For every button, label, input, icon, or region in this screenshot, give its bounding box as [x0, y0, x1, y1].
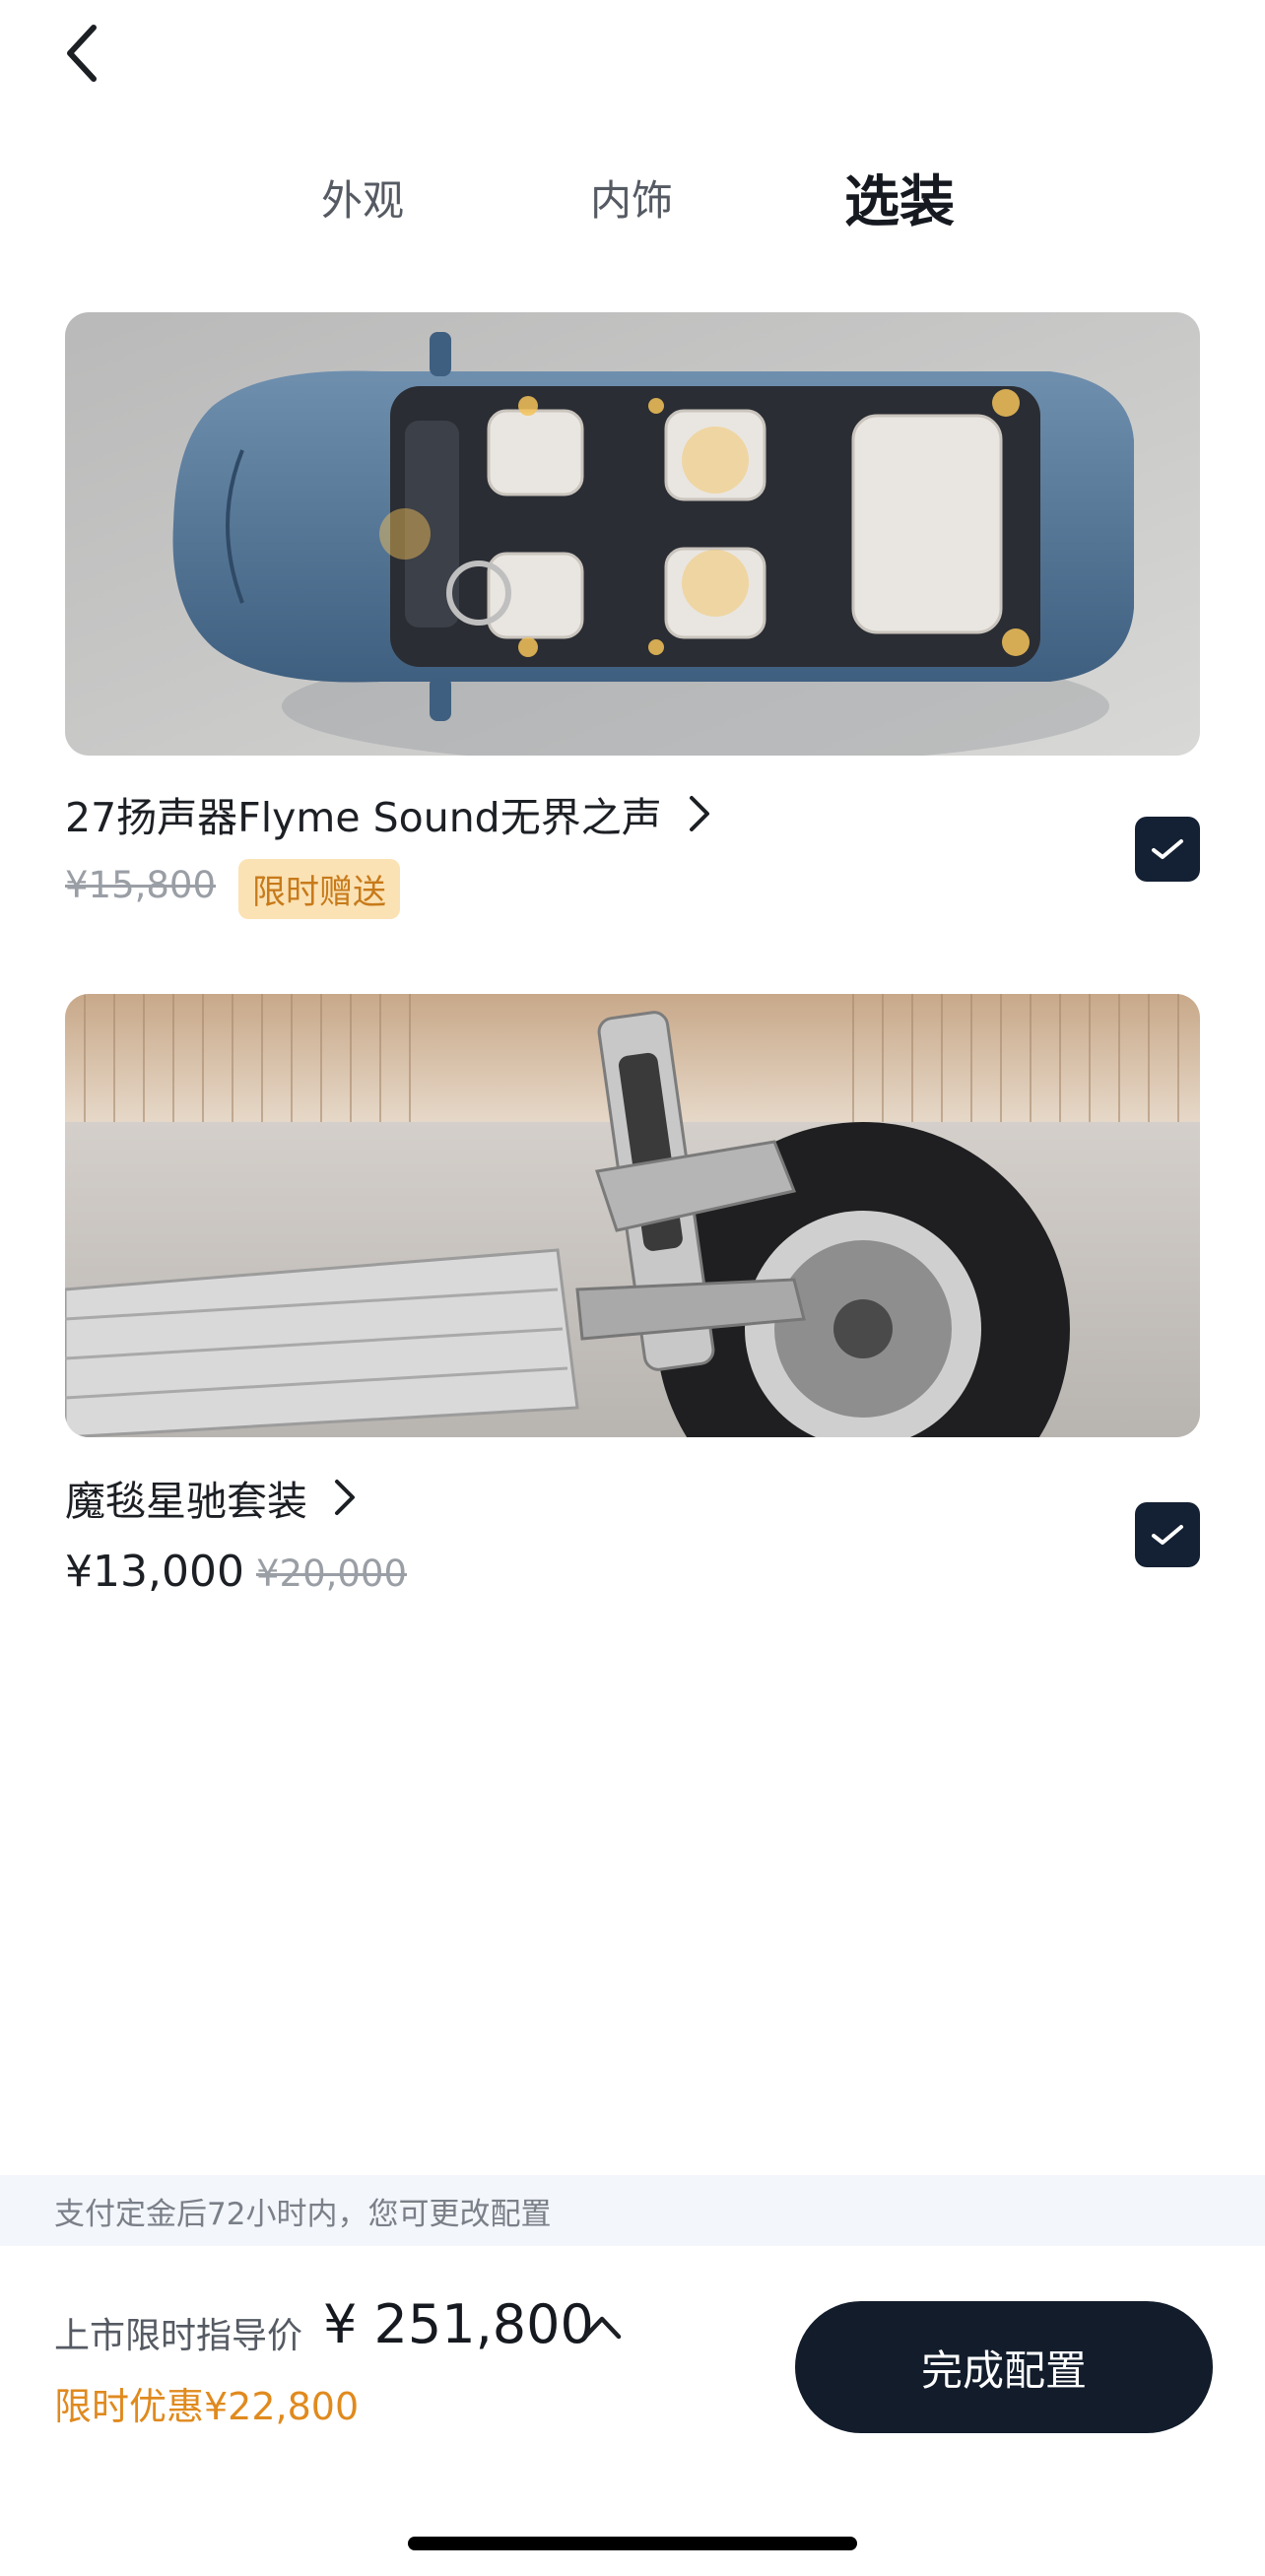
discount-text: 限时优惠¥22,800	[54, 2385, 360, 2428]
speaker-option-checkbox[interactable]	[1135, 817, 1200, 882]
promo-badge: 限时赠送	[238, 859, 400, 919]
complete-config-button[interactable]: 完成配置	[795, 2301, 1213, 2433]
speaker-option-title-link[interactable]: 27扬声器Flyme Sound无界之声	[65, 784, 711, 843]
suspension-price: ¥13,000	[65, 1547, 244, 1597]
chevron-right-icon	[688, 794, 711, 833]
tab-options[interactable]: 选装	[844, 158, 955, 237]
suspension-original-price: ¥20,000	[256, 1552, 408, 1595]
suspension-option-title: 魔毯星驰套装	[65, 1478, 307, 1525]
suspension-option-image	[65, 994, 1200, 1437]
price-details-toggle[interactable]	[579, 2305, 625, 2350]
speaker-option-title: 27扬声器Flyme Sound无界之声	[65, 794, 662, 841]
home-indicator	[408, 2537, 857, 2550]
tab-bar: 外观 内饰 选装	[0, 148, 1265, 256]
chevron-right-icon	[333, 1478, 357, 1517]
tab-interior[interactable]: 内饰	[590, 167, 673, 228]
back-chevron-icon	[67, 25, 97, 82]
tab-exterior[interactable]: 外观	[321, 167, 404, 228]
change-notice-text: 支付定金后72小时内，您可更改配置	[54, 2196, 552, 2232]
check-icon	[1152, 1525, 1183, 1545]
suspension-option-checkbox[interactable]	[1135, 1502, 1200, 1567]
back-button[interactable]	[49, 14, 114, 93]
price-label: 上市限时指导价	[54, 2316, 303, 2356]
speaker-option-image	[65, 312, 1200, 756]
check-icon	[1152, 839, 1183, 859]
chevron-up-icon	[582, 2316, 622, 2340]
total-price: ¥ 251,800	[323, 2293, 594, 2355]
speaker-original-price: ¥15,800	[65, 864, 217, 906]
suspension-option-title-link[interactable]: 魔毯星驰套装	[65, 1468, 357, 1527]
change-notice-bar: 支付定金后72小时内，您可更改配置	[0, 2175, 1265, 2246]
